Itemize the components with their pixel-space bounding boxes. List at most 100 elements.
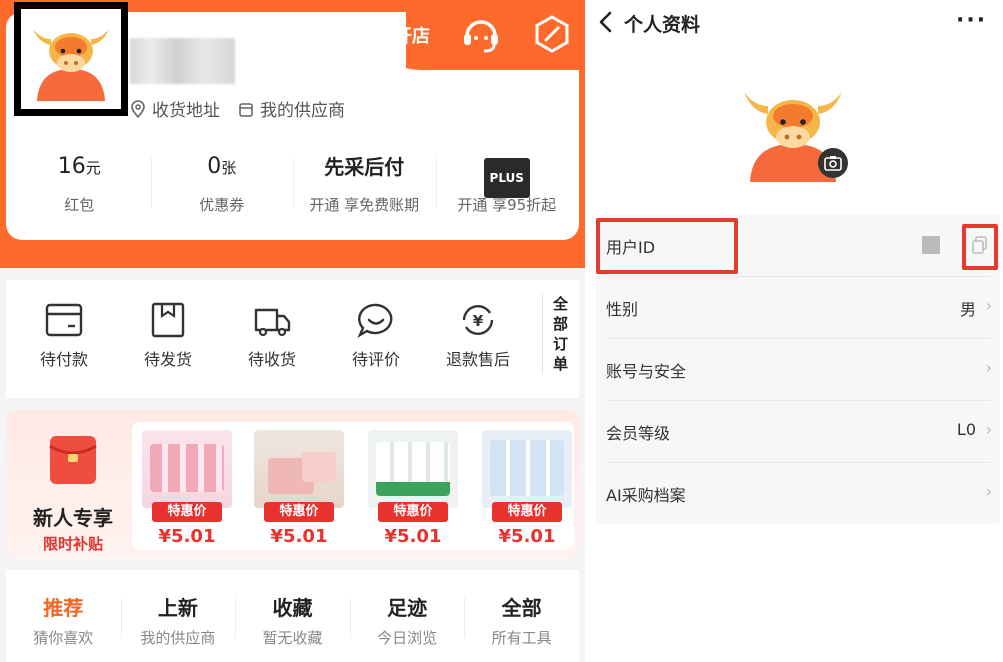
member-level-row[interactable]: 会员等级 L0 ›	[596, 400, 1000, 462]
store-icon	[239, 102, 253, 117]
pay-later-stat[interactable]: 先采后付 开通 享免费账期	[293, 150, 436, 230]
product-price: ¥5.01	[384, 526, 442, 547]
row-value: 男	[959, 300, 976, 319]
order-label: 待收货	[247, 350, 296, 369]
camera-icon	[824, 156, 842, 171]
truck-icon	[254, 308, 291, 337]
tab-title: 上新	[157, 596, 198, 620]
promo-product-card[interactable]: 特惠价 ¥5.01	[254, 430, 344, 547]
product-price: ¥5.01	[270, 526, 328, 547]
tab-subtitle: 今日浏览	[377, 629, 438, 647]
newcomer-promo[interactable]: 新人专享 限时补贴 特惠价 ¥5.01 特惠价 ¥5.01 特惠价 ¥5.01 …	[6, 410, 579, 558]
settings-icon[interactable]	[532, 14, 572, 54]
chevron-right-icon: ›	[985, 482, 992, 501]
plus-badge: PLUS	[483, 158, 530, 198]
highlight-box-user-id	[596, 218, 738, 274]
username-blurred	[130, 38, 235, 84]
chevron-right-icon: ›	[985, 420, 992, 439]
deal-tag: 特惠价	[378, 502, 448, 522]
tab-history[interactable]: 足迹 今日浏览	[349, 570, 465, 662]
open-shop-button[interactable]: 开店	[394, 22, 430, 48]
top-bar: 个人资料 ···	[590, 0, 1003, 44]
product-image	[142, 430, 232, 508]
order-pending-payment[interactable]: 待付款	[24, 302, 104, 370]
tab-favorites[interactable]: 收藏 暂无收藏	[235, 570, 350, 662]
product-image	[368, 430, 458, 508]
tab-subtitle: 所有工具	[491, 629, 552, 647]
promo-product-card[interactable]: 特惠价 ¥5.01	[368, 430, 458, 547]
promo-product-card[interactable]: 特惠价 ¥5.01	[142, 430, 232, 547]
red-packet-value: 16	[57, 154, 86, 179]
user-id-value-redacted	[922, 236, 940, 254]
tab-subtitle: 我的供应商	[140, 629, 216, 647]
red-packet-label: 红包	[64, 196, 95, 214]
order-pending-receipt[interactable]: 待收货	[232, 302, 312, 370]
product-price: ¥5.01	[158, 526, 216, 547]
refund-yen-icon: ¥	[462, 305, 494, 335]
coupon-stat[interactable]: 0张 优惠券	[150, 150, 294, 230]
account-security-row[interactable]: 账号与安全 ›	[596, 338, 1000, 400]
stats-row: 16元 红包 0张 优惠券 先采后付 开通 享免费账期 PLUS 开通 享95折…	[8, 150, 578, 230]
red-packet-unit: 元	[85, 159, 101, 177]
chat-bubble-icon	[357, 303, 393, 338]
screenshot-stage: 开店 收货地址 我的供应商 16元 红包 0张 优惠券 先采后付 开通 享免费账…	[0, 0, 1003, 662]
profile-links: 收货地址 我的供应商	[130, 96, 345, 121]
row-label: 会员等级	[606, 424, 671, 443]
pay-later-title: 先采后付	[324, 155, 405, 179]
tab-title: 全部	[501, 596, 542, 620]
deal-tag: 特惠价	[264, 502, 334, 522]
cow-avatar-icon	[29, 17, 113, 101]
chevron-right-icon: ›	[985, 358, 992, 377]
tab-all-tools[interactable]: 全部 所有工具	[464, 570, 579, 662]
promo-subtitle: 限时补贴	[42, 535, 103, 553]
package-icon	[151, 302, 185, 338]
profile-header: 开店 收货地址 我的供应商 16元 红包 0张 优惠券 先采后付 开通 享免费账…	[0, 0, 585, 268]
plus-stat[interactable]: PLUS 开通 享95折起	[435, 150, 579, 230]
tab-subtitle: 暂无收藏	[262, 629, 323, 647]
order-label: 待付款	[39, 350, 88, 369]
wallet-icon	[45, 303, 83, 337]
svg-text:¥: ¥	[473, 312, 484, 330]
product-image	[482, 430, 572, 508]
content-tabs: 推荐 猜你喜欢 上新 我的供应商 收藏 暂无收藏 足迹 今日浏览 全部 所有工具	[6, 570, 579, 662]
pay-later-label: 开通 享免费账期	[309, 196, 420, 214]
order-pending-shipment[interactable]: 待发货	[128, 302, 208, 370]
order-label: 待发货	[143, 350, 192, 369]
all-orders-link[interactable]: 全部订单	[542, 294, 572, 374]
change-avatar-button[interactable]	[818, 148, 848, 178]
tab-subtitle: 猜你喜欢	[33, 629, 94, 647]
tab-new-arrivals[interactable]: 上新 我的供应商	[120, 570, 236, 662]
tab-recommend[interactable]: 推荐 猜你喜欢	[6, 570, 121, 662]
my-page-panel: 开店 收货地址 我的供应商 16元 红包 0张 优惠券 先采后付 开通 享免费账…	[0, 0, 585, 662]
plus-label: 开通 享95折起	[457, 196, 557, 214]
deal-tag: 特惠价	[492, 502, 562, 522]
order-refund-aftersale[interactable]: ¥ 退款售后	[438, 302, 518, 370]
product-image	[254, 430, 344, 508]
order-pending-review[interactable]: 待评价	[336, 302, 416, 370]
coupon-label: 优惠券	[199, 196, 245, 214]
back-arrow-icon[interactable]	[596, 10, 616, 34]
chevron-right-icon: ›	[985, 296, 992, 315]
order-label: 待评价	[351, 350, 400, 369]
gender-row[interactable]: 性别 男 ›	[596, 276, 1000, 338]
promo-header: 新人专享 限时补贴	[18, 432, 128, 554]
ai-procurement-profile-row[interactable]: AI采购档案 ›	[596, 462, 1000, 524]
order-label: 退款售后	[445, 350, 510, 369]
tab-title: 足迹	[387, 596, 428, 620]
my-suppliers-link[interactable]: 我的供应商	[260, 96, 345, 121]
row-label: AI采购档案	[606, 486, 686, 505]
red-packet-stat[interactable]: 16元 红包	[8, 150, 151, 230]
promo-product-card[interactable]: 特惠价 ¥5.01	[482, 430, 572, 547]
customer-service-icon[interactable]	[460, 14, 502, 56]
profile-detail-panel: 个人资料 ··· 用户ID 性别 男 › 账号与安全 › 会员等级 L0 › A…	[590, 0, 1003, 662]
red-envelope-icon	[49, 436, 97, 484]
highlight-box-copy	[962, 224, 998, 270]
row-label: 性别	[606, 300, 639, 319]
coupon-value: 0	[207, 154, 222, 179]
more-menu-icon[interactable]: ···	[956, 8, 987, 33]
tab-title: 推荐	[43, 596, 84, 620]
shipping-address-link[interactable]: 收货地址	[152, 96, 220, 121]
row-label: 账号与安全	[606, 362, 687, 381]
avatar[interactable]	[14, 2, 128, 116]
orders-section: 待付款 待发货 待收货 待评价 ¥ 退款售后 全部订单	[6, 280, 579, 398]
